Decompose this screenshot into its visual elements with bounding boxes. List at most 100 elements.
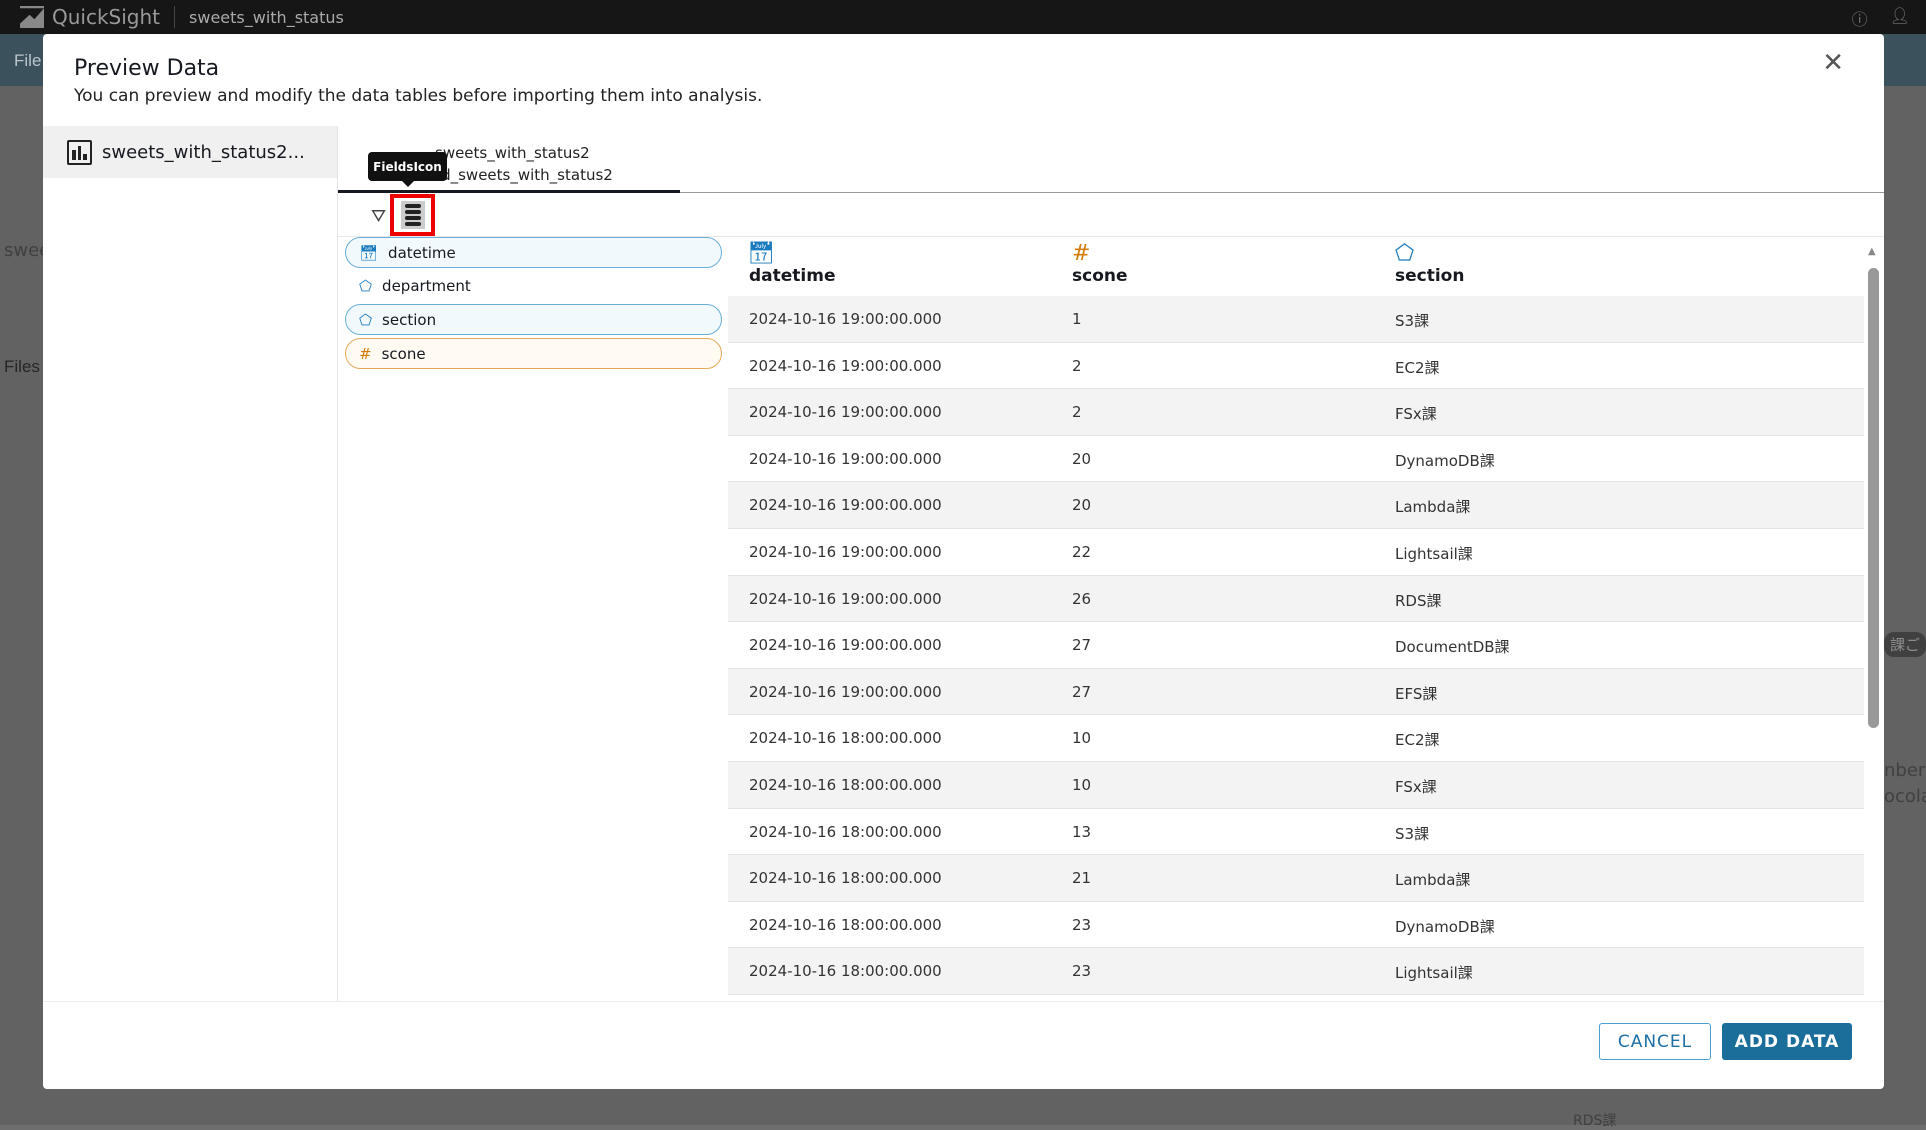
table-cell: 1 — [1072, 310, 1082, 328]
table-cell: 2024-10-16 18:00:00.000 — [749, 962, 942, 981]
table-cell: FSx課 — [1395, 405, 1437, 424]
table-cell: S3課 — [1395, 824, 1430, 843]
table-cell: Lightsail課 — [1395, 544, 1473, 563]
table-cell: 10 — [1072, 729, 1092, 748]
scroll-up-icon[interactable]: ▲ — [1868, 246, 1876, 257]
table-cell: EC2課 — [1395, 358, 1440, 377]
hash-icon: # — [359, 344, 372, 363]
tag-icon: ⬠ — [1395, 241, 1415, 266]
table-cell: 23 — [1072, 962, 1092, 981]
table-cell: S3課 — [1395, 312, 1430, 330]
dataset-list: sweets_with_status2... — [43, 126, 338, 1001]
table-body: 2024-10-16 19:00:00.000 1 S3課 2024-10-16 19… — [728, 296, 1864, 995]
table-row: 2024-10-16 19:00:00.000 2 FSx課 — [728, 389, 1864, 436]
field-label: department — [382, 277, 471, 296]
table-cell: 26 — [1072, 589, 1092, 608]
table-cell: Lambda課 — [1395, 498, 1471, 517]
tooltip: FieldsIcon — [368, 152, 447, 187]
table-row: 2024-10-16 19:00:00.000 2 EC2課 — [728, 343, 1864, 390]
filter-icon[interactable]: ⛛ — [371, 206, 386, 227]
preview-table: 📅︎ datetime # scone ⬠ section 2024-10-16… — [728, 237, 1864, 995]
quicksight-logo-icon — [20, 6, 44, 28]
calendar-icon: 📅︎ — [359, 243, 379, 262]
table-row: 2024-10-16 18:00:00.000 21 Lambda課 — [728, 855, 1864, 902]
column-header-datetime[interactable]: datetime — [749, 266, 836, 286]
table-cell: 2024-10-16 18:00:00.000 — [749, 729, 942, 748]
add-data-button[interactable]: ADD DATA — [1722, 1023, 1852, 1060]
table-cell: 27 — [1072, 636, 1092, 655]
table-cell: EFS課 — [1395, 684, 1438, 703]
tab-label-line1: sweets_with_status2 — [435, 144, 590, 162]
preview-data-dialog: Preview Data You can preview and modify … — [43, 34, 1884, 1089]
table-row: 2024-10-16 18:00:00.000 23 DynamoDB課 — [728, 902, 1864, 949]
table-row: 2024-10-16 18:00:00.000 13 S3課 — [728, 809, 1864, 856]
scrollbar[interactable] — [1868, 268, 1879, 728]
field-section[interactable]: ⬠ section — [345, 304, 722, 336]
close-icon[interactable]: ✕ — [1822, 48, 1844, 78]
table-row: 2024-10-16 19:00:00.000 27 EFS課 — [728, 668, 1864, 716]
table-cell: 2024-10-16 19:00:00.000 — [749, 496, 942, 515]
preview-toolbar: ⛛ — [338, 194, 1884, 237]
table-cell: 13 — [1072, 822, 1092, 841]
table-cell: 10 — [1072, 775, 1092, 794]
table-cell: 20 — [1072, 449, 1092, 468]
table-cell: 2024-10-16 19:00:00.000 — [749, 589, 942, 608]
top-bar: QuickSight sweets_with_status ⓘ 👤︎ — [0, 0, 1926, 34]
table-cell: 2024-10-16 19:00:00.000 — [749, 542, 942, 561]
table-row: 2024-10-16 19:00:00.000 1 S3課 — [728, 296, 1864, 343]
table-cell: 27 — [1072, 682, 1092, 701]
table-cell: 22 — [1072, 542, 1092, 561]
divider — [174, 6, 176, 28]
table-cell: 2024-10-16 19:00:00.000 — [749, 449, 942, 468]
table-row: 2024-10-16 19:00:00.000 20 Lambda課 — [728, 482, 1864, 529]
table-row: 2024-10-16 18:00:00.000 23 Lightsail課 — [728, 948, 1864, 995]
quicksight-logo[interactable]: QuickSight — [20, 5, 160, 29]
table-cell: 2024-10-16 19:00:00.000 — [749, 356, 942, 375]
calendar-icon: 📅︎ — [747, 241, 775, 266]
hash-icon: # — [1072, 241, 1091, 266]
app-name: QuickSight — [52, 5, 161, 29]
table-cell: 23 — [1072, 915, 1092, 934]
table-cell: 2024-10-16 18:00:00.000 — [749, 775, 942, 794]
table-cell: RDS課 — [1395, 591, 1442, 610]
table-row: 2024-10-16 19:00:00.000 20 DynamoDB課 — [728, 436, 1864, 483]
table-cell: EC2課 — [1395, 731, 1440, 750]
table-cell: Lightsail課 — [1395, 964, 1473, 983]
column-header-scone[interactable]: scone — [1072, 266, 1128, 286]
analysis-name[interactable]: sweets_with_status — [189, 8, 344, 27]
table-cell: 2024-10-16 19:00:00.000 — [749, 682, 942, 701]
dialog-title: Preview Data — [74, 56, 220, 81]
field-scone[interactable]: # scone — [345, 338, 722, 370]
column-header-section[interactable]: section — [1395, 266, 1464, 286]
table-cell: 2024-10-16 19:00:00.000 — [749, 403, 942, 422]
tag-icon: ⬠ — [359, 277, 373, 296]
dataset-item[interactable]: sweets_with_status2... — [43, 126, 337, 178]
table-cell: 2024-10-16 19:00:00.000 — [749, 310, 942, 328]
table-cell: Lambda課 — [1395, 871, 1471, 890]
table-row: 2024-10-16 18:00:00.000 10 FSx課 — [728, 761, 1864, 809]
files-heading-bg: Files — [4, 357, 40, 376]
field-datetime[interactable]: 📅︎ datetime — [345, 237, 722, 268]
bar-chart-icon — [67, 139, 92, 165]
table-cell: 2 — [1072, 356, 1082, 375]
table-tabs: sweets_with_status2 ard_sweets_with_stat… — [338, 126, 1884, 193]
table-row: 2024-10-16 19:00:00.000 26 RDS課 — [728, 575, 1864, 623]
table-cell: 2024-10-16 18:00:00.000 — [749, 822, 942, 841]
field-label: datetime — [388, 243, 456, 262]
file-menu: File — [14, 51, 42, 70]
table-row: 2024-10-16 19:00:00.000 27 DocumentDB課 — [728, 622, 1864, 669]
table-cell: DynamoDB課 — [1395, 917, 1495, 936]
fields-icon[interactable] — [390, 194, 435, 236]
dialog-footer: CANCEL ADD DATA — [43, 1001, 1884, 1089]
help-circle-icon[interactable]: ⓘ — [1852, 6, 1868, 30]
cancel-button[interactable]: CANCEL — [1599, 1023, 1711, 1060]
user-icon[interactable]: 👤︎ — [1890, 6, 1910, 30]
field-department[interactable]: ⬠ department — [345, 271, 722, 302]
table-cell: 2024-10-16 18:00:00.000 — [749, 915, 942, 934]
table-cell: DocumentDB課 — [1395, 638, 1510, 657]
table-header: 📅︎ datetime # scone ⬠ section — [728, 237, 1864, 296]
table-row: 2024-10-16 18:00:00.000 10 EC2課 — [728, 715, 1864, 762]
table-cell: 2024-10-16 19:00:00.000 — [749, 636, 942, 655]
table-row: 2024-10-16 19:00:00.000 22 Lightsail課 — [728, 529, 1864, 576]
dialog-subtitle: You can preview and modify the data tabl… — [74, 86, 763, 106]
